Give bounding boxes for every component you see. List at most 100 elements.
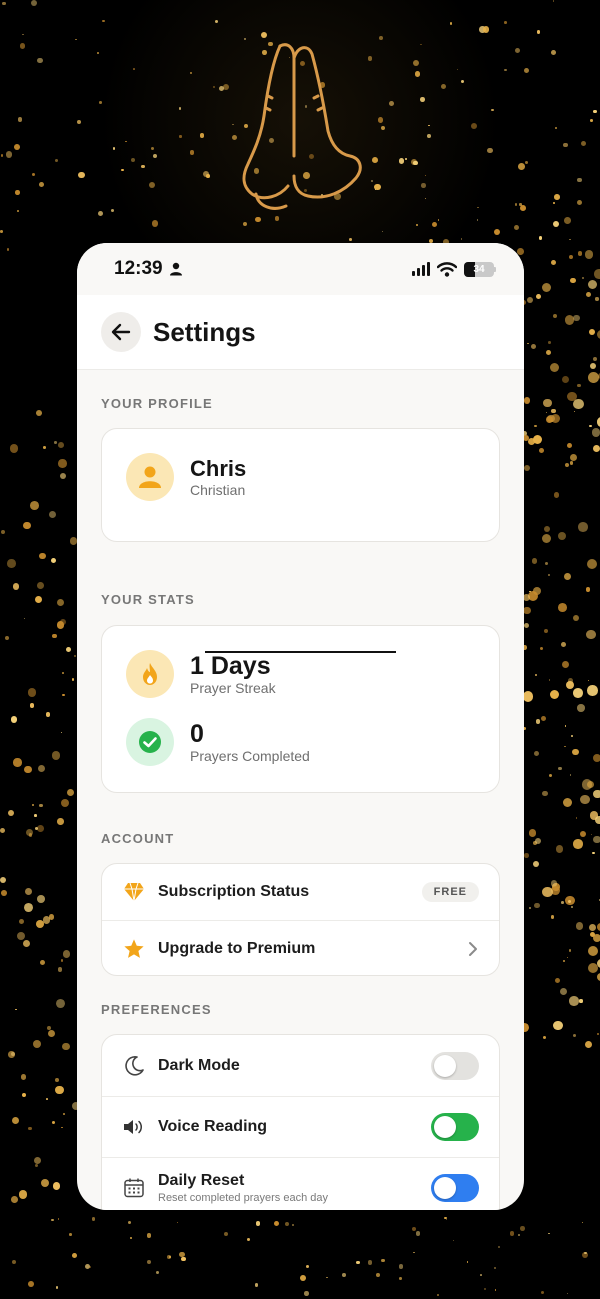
glitter-dot bbox=[48, 1029, 56, 1038]
back-button[interactable] bbox=[101, 312, 141, 352]
glitter-dot bbox=[546, 415, 553, 423]
glitter-dot bbox=[560, 901, 564, 904]
glitter-dot bbox=[568, 254, 573, 259]
glitter-dot bbox=[34, 826, 38, 830]
glitter-dot bbox=[587, 962, 598, 973]
glitter-dot bbox=[564, 463, 569, 468]
glitter-dot bbox=[179, 135, 182, 138]
glitter-dot bbox=[0, 877, 7, 884]
glitter-dot bbox=[15, 190, 20, 196]
glitter-dot bbox=[77, 119, 82, 124]
glitter-dot bbox=[23, 765, 32, 774]
status-bar: 12:39 34 bbox=[77, 243, 524, 295]
glitter-dot bbox=[564, 315, 574, 325]
glitter-dot bbox=[214, 19, 218, 23]
glitter-dot bbox=[523, 622, 530, 629]
streak-stat: 1 Days Prayer Streak bbox=[126, 650, 475, 698]
glitter-dot bbox=[5, 636, 10, 641]
glitter-dot bbox=[372, 157, 378, 164]
glitter-dot bbox=[37, 895, 46, 903]
glitter-dot bbox=[587, 945, 598, 957]
glitter-dot bbox=[431, 222, 437, 228]
glitter-dot bbox=[543, 525, 550, 532]
subscription-status-row[interactable]: Subscription Status FREE bbox=[102, 864, 499, 920]
glitter-dot bbox=[399, 1277, 402, 1280]
glitter-dot bbox=[60, 473, 67, 480]
glitter-dot bbox=[530, 343, 536, 349]
glitter-dot bbox=[56, 598, 64, 607]
daily-reset-toggle[interactable] bbox=[431, 1174, 479, 1202]
glitter-dot bbox=[542, 534, 552, 544]
praying-hands-icon bbox=[242, 43, 362, 210]
glitter-dot bbox=[568, 949, 572, 952]
glitter-dot bbox=[445, 1219, 447, 1221]
glitter-dot bbox=[577, 200, 583, 206]
voice-reading-toggle[interactable] bbox=[431, 1113, 479, 1141]
glitter-dot bbox=[577, 704, 585, 712]
page-header: Settings bbox=[77, 295, 524, 370]
glitter-dot bbox=[593, 269, 600, 280]
glitter-dot bbox=[541, 283, 551, 293]
glitter-dot bbox=[18, 1190, 28, 1199]
glitter-dot bbox=[31, 0, 38, 7]
glitter-dot bbox=[592, 753, 600, 762]
glitter-dot bbox=[589, 328, 596, 335]
profile-role: Christian bbox=[190, 482, 246, 498]
glitter-dot bbox=[569, 461, 574, 465]
glitter-dot bbox=[73, 654, 76, 657]
glitter-dot bbox=[219, 86, 225, 91]
glitter-dot bbox=[528, 906, 532, 910]
glitter-dot bbox=[28, 1127, 32, 1131]
glitter-dot bbox=[597, 1033, 600, 1036]
glitter-dot bbox=[428, 124, 430, 126]
glitter-dot bbox=[584, 1040, 592, 1048]
glitter-dot bbox=[58, 459, 67, 468]
glitter-dot bbox=[34, 814, 37, 817]
glitter-dot bbox=[470, 123, 477, 130]
glitter-dot bbox=[11, 1259, 17, 1265]
glitter-dot bbox=[482, 26, 490, 33]
glitter-dot bbox=[586, 559, 597, 570]
glitter-dot bbox=[371, 180, 373, 183]
glitter-dot bbox=[16, 931, 26, 940]
glitter-dot bbox=[34, 595, 43, 604]
account-card: Subscription Status FREE Upgrade to Prem… bbox=[101, 863, 500, 976]
glitter-dot bbox=[132, 68, 135, 70]
glitter-dot bbox=[571, 748, 579, 756]
dark-mode-label: Dark Mode bbox=[158, 1056, 240, 1074]
chevron-right-icon bbox=[469, 941, 477, 956]
glitter-dot bbox=[19, 918, 25, 924]
upgrade-premium-row[interactable]: Upgrade to Premium bbox=[102, 920, 499, 976]
glitter-dot bbox=[460, 79, 465, 83]
glitter-dot bbox=[156, 1271, 160, 1275]
signal-icon bbox=[412, 262, 430, 276]
preferences-section-label: PREFERENCES bbox=[101, 1002, 212, 1017]
glitter-dot bbox=[40, 960, 46, 966]
glitter-dot bbox=[553, 221, 560, 228]
glitter-dot bbox=[561, 642, 567, 648]
glitter-dot bbox=[569, 996, 579, 1006]
speaker-icon bbox=[124, 1120, 142, 1134]
glitter-dot bbox=[16, 210, 19, 212]
glitter-dot bbox=[51, 751, 61, 760]
glitter-dot bbox=[517, 163, 525, 171]
glitter-dot bbox=[45, 712, 51, 718]
glitter-dot bbox=[306, 1265, 310, 1269]
glitter-dot bbox=[14, 144, 20, 151]
glitter-dot bbox=[146, 1259, 152, 1265]
glitter-dot bbox=[0, 230, 3, 233]
glitter-dot bbox=[563, 573, 571, 581]
profile-section-label: YOUR PROFILE bbox=[101, 396, 213, 411]
dark-mode-toggle[interactable] bbox=[431, 1051, 479, 1080]
glitter-dot bbox=[51, 1120, 56, 1125]
glitter-dot bbox=[22, 939, 30, 947]
glitter-dot bbox=[89, 1266, 92, 1268]
glitter-dot bbox=[549, 362, 560, 373]
glitter-dot bbox=[519, 1226, 525, 1232]
glitter-dot bbox=[487, 147, 493, 154]
account-section-label: ACCOUNT bbox=[101, 831, 175, 846]
glitter-dot bbox=[377, 116, 384, 123]
profile-card[interactable]: Chris Christian bbox=[101, 428, 500, 542]
glitter-dot bbox=[300, 1274, 306, 1281]
glitter-dot bbox=[498, 1246, 501, 1249]
